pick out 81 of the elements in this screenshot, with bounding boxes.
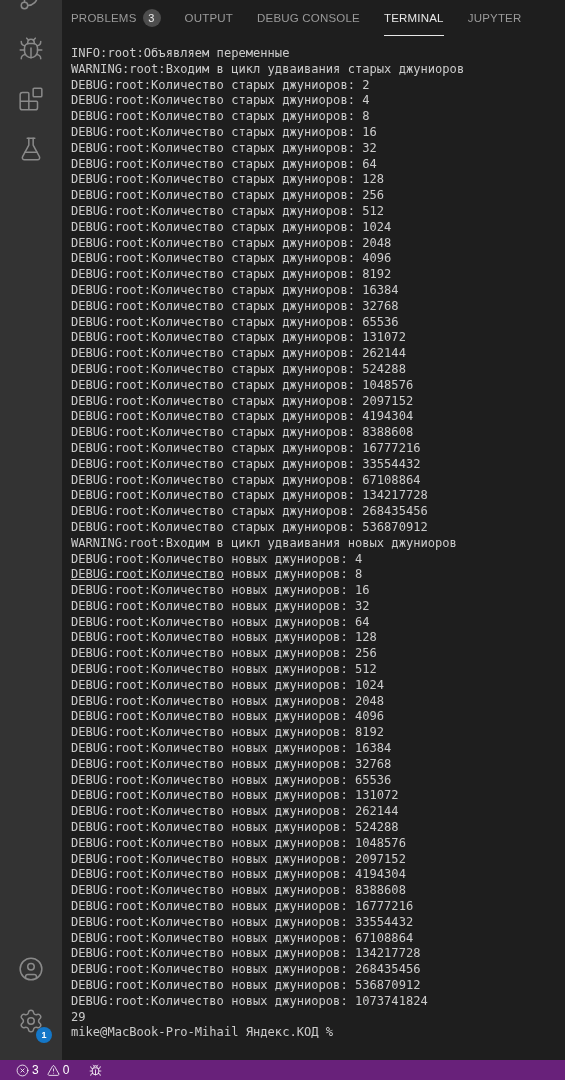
tab-label: PROBLEMS xyxy=(71,12,137,24)
terminal-line: новых джуниоров: 8 xyxy=(230,567,363,582)
terminal-line: DEBUG:root:Количество новых джуниоров: 16384 xyxy=(71,741,393,757)
terminal-line: DEBUG:root:Количество старых джуниоров: 4 xyxy=(71,93,371,110)
terminal-link[interactable]: DEBUG:root:Количество xyxy=(71,567,224,582)
warning-count[interactable]: 0 xyxy=(62,1063,70,1077)
terminal-line: DEBUG:root:Количество старых джуниоров: 4194304 xyxy=(71,409,415,426)
terminal-line: DEBUG:root:Количество старых джуниоров: 268435456 xyxy=(71,504,429,520)
terminal-line: DEBUG:root:Количество старых джуниоров: 536870912 xyxy=(71,519,429,536)
terminal-line: DEBUG:root:Количество старых джуниоров: 64 xyxy=(71,156,378,173)
terminal-line: DEBUG:root:Количество новых джуниоров: 2097152 xyxy=(71,851,407,868)
terminal-line: mike@MacBook-Pro-Mihail Яндекс.КОД % xyxy=(71,1025,335,1042)
terminal-line: DEBUG:root:Количество старых джуниоров: 256 xyxy=(71,188,386,204)
terminal-line: DEBUG:root:Количество старых джуниоров: 128 xyxy=(71,172,386,189)
panel-tab[interactable]: DEBUG CONSOLE xyxy=(257,0,360,36)
count-badge: 3 xyxy=(142,9,161,27)
terminal-line: DEBUG:root:Количество новых джуниоров: 32768 xyxy=(71,756,393,773)
terminal-line: DEBUG:root:Количество старых джуниоров: 16777216 xyxy=(71,440,422,457)
terminal-line: DEBUG:root:Количество старых джуниоров: 2 xyxy=(71,77,371,94)
terminal-line: DEBUG:root:Количество старых джуниоров: 1048576 xyxy=(71,377,415,394)
terminal-line: DEBUG:root:Количество старых джуниоров: 8 xyxy=(71,109,371,125)
panel-tab[interactable]: PROBLEMS 3 xyxy=(71,0,161,36)
terminal-line: DEBUG:root:Количество новых джуниоров: 1024 xyxy=(71,677,386,694)
terminal-line: INFO:root:Объявляем переменные xyxy=(71,46,291,62)
panel-tab[interactable]: TERMINAL xyxy=(383,0,444,36)
terminal-line: DEBUG:root:Количество старых джуниоров: 262144 xyxy=(71,346,407,362)
terminal-line: DEBUG:root:Количество старых джуниоров: 65536 xyxy=(71,314,400,331)
terminal-line: DEBUG:root:Количество новых джуниоров: 33554432 xyxy=(71,914,415,931)
terminal-line: DEBUG:root:Количество новых джуниоров: 1073741824 xyxy=(71,993,429,1010)
terminal-line: DEBUG:root:Количество старых джуниоров: 1024 xyxy=(71,219,393,236)
error-count[interactable]: 3 xyxy=(32,1063,39,1077)
terminal-line: DEBUG:root:Количество старых джуниоров: 67108864 xyxy=(71,472,422,489)
terminal-line: DEBUG:root:Количество старых джуниоров: 8192 xyxy=(71,267,393,283)
terminal-line: DEBUG:root:Количество новых джуниоров: 67108864 xyxy=(71,930,415,947)
terminal-line: DEBUG:root:Количество старых джуниоров: 8388608 xyxy=(71,425,415,441)
terminal-line: DEBUG:root:Количество новых джуниоров: 268435456 xyxy=(71,962,422,978)
terminal-line: DEBUG:root:Количество новых джуниоров: 8192 xyxy=(71,725,386,742)
terminal-line: WARNING:root:Входим в цикл удваивания новых джуниоров xyxy=(71,535,458,552)
terminal-line: DEBUG:root:Количество новых джуниоров: 512 xyxy=(71,662,378,678)
terminal-line: DEBUG:root:Количество старых джуниоров: 32768 xyxy=(71,298,400,315)
terminal-line: DEBUG:root:Количество новых джуниоров: 64 xyxy=(71,614,371,631)
terminal-line: DEBUG:root:Количество новых джуниоров: 4194304 xyxy=(71,867,407,884)
terminal-line: DEBUG:root:Количество новых джуниоров: 16777216 xyxy=(71,899,415,915)
error-icon xyxy=(16,1063,29,1077)
panel-tab[interactable]: JUPYTER xyxy=(467,0,522,36)
terminal-line: DEBUG:root:Количество новых джуниоров: 65536 xyxy=(71,772,393,789)
terminal-line: DEBUG:root:Количество новых джуниоров: 1048576 xyxy=(71,835,407,852)
terminal-line: DEBUG:root:Количество новых джуниоров: 262144 xyxy=(71,804,400,821)
terminal-line: DEBUG:root:Количество старых джуниоров: 4096 xyxy=(71,251,393,268)
terminal-line: DEBUG:root:Количество новых джуниоров: 16 xyxy=(71,583,371,599)
terminal-line: DEBUG:root:Количество старых джуниоров: 134217728 xyxy=(71,488,429,505)
settings-icon[interactable] xyxy=(18,1008,44,1034)
terminal-line: DEBUG:root:Количество старых джуниоров: 512 xyxy=(71,203,386,220)
terminal-line: DEBUG:root:Количество старых джуниоров: 32 xyxy=(71,140,378,157)
terminal-line: DEBUG:root:Количество старых джуниоров: 16384 xyxy=(71,282,400,299)
terminal-line: DEBUG:root:Количество старых джуниоров: 131072 xyxy=(71,330,407,347)
terminal-line: DEBUG:root:Количество старых джуниоров: 16 xyxy=(71,125,378,141)
terminal-line: DEBUG:root:Количество новых джуниоров: 524288 xyxy=(71,820,400,836)
terminal-line: DEBUG:root:Количество новых джуниоров: 4 xyxy=(71,551,364,568)
panel-tab[interactable]: OUTPUT xyxy=(184,0,233,36)
terminal-line: DEBUG:root:Количество новых джуниоров: 536870912 xyxy=(71,978,422,994)
terminal-line: DEBUG:root:Количество новых джуниоров: 2048 xyxy=(71,693,386,710)
warning-icon xyxy=(46,1063,60,1077)
terminal-line: WARNING:root:Входим в цикл удваивания старых джуниоров xyxy=(71,61,466,78)
terminal-line: DEBUG:root:Количество новых джуниоров: 256 xyxy=(71,646,378,663)
terminal-line: DEBUG:root:Количество новых джуниоров: 128 xyxy=(71,630,378,647)
terminal-line: DEBUG:root:Количество старых джуниоров: 2097152 xyxy=(71,393,415,410)
terminal-line: DEBUG:root:Количество новых джуниоров: 4096 xyxy=(71,709,386,726)
debug-icon[interactable] xyxy=(89,1063,103,1077)
terminal-line: 29 xyxy=(71,1009,87,1026)
notification-badge: 1 xyxy=(36,1027,52,1043)
terminal-line: DEBUG:root:Количество новых джуниоров: 32 xyxy=(71,598,371,615)
run-debug-icon[interactable] xyxy=(18,36,44,62)
terminal-line: DEBUG:root:Количество новых джуниоров: 134217728 xyxy=(71,946,422,963)
terminal-line: DEBUG:root:Количество старых джуниоров: 33554432 xyxy=(71,456,422,473)
terminal-line: DEBUG:root:Количество новых джуниоров: 8388608 xyxy=(71,883,407,900)
extensions-icon[interactable] xyxy=(18,86,44,112)
terminal-line: DEBUG:root:Количество новых джуниоров: 131072 xyxy=(71,788,400,805)
terminal-line: DEBUG:root:Количество старых джуниоров: 2048 xyxy=(71,235,393,252)
account-icon[interactable] xyxy=(18,956,44,982)
terminal-line: DEBUG:root:Количество старых джуниоров: 524288 xyxy=(71,361,407,378)
